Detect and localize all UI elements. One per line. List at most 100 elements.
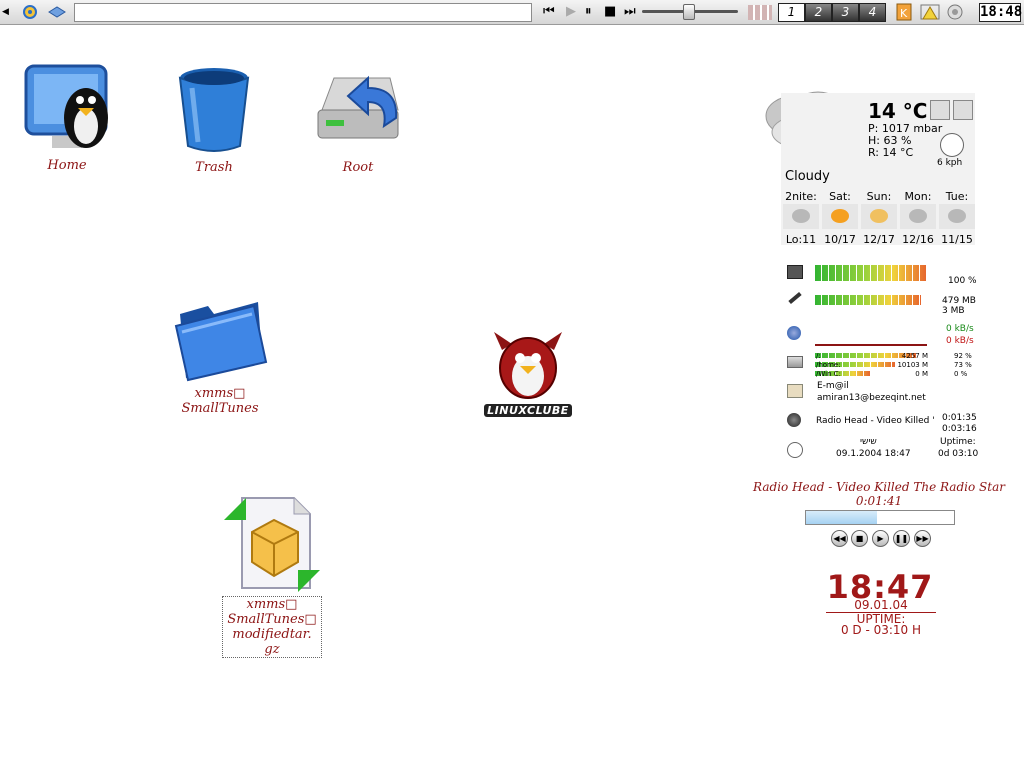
- sun-icon: [822, 204, 858, 229]
- logo-text: LINUXCLUBE: [484, 404, 572, 417]
- home-icon: [24, 64, 108, 148]
- desktop-icon-smalltunes-archive[interactable]: xmms□ SmallTunes□ modifiedtar. gz: [222, 494, 322, 658]
- net-in: 0 kB/s: [946, 324, 974, 334]
- klipper-icon[interactable]: K: [895, 3, 913, 21]
- show-desktop-icon[interactable]: [46, 3, 68, 21]
- forecast-temp: Lo:11: [785, 233, 817, 246]
- cloud-icon: [939, 204, 975, 229]
- disk-size: 4257 M: [901, 352, 928, 360]
- desktop-icon-label: Home: [47, 158, 87, 173]
- weather-condition: Cloudy: [785, 169, 830, 184]
- system-tray-warning-icon[interactable]: [920, 3, 940, 21]
- speaker-icon[interactable]: [944, 3, 966, 21]
- play-icon[interactable]: ▶: [566, 5, 576, 19]
- desktop-4-button[interactable]: 4: [859, 3, 886, 22]
- cpu-bar: [815, 265, 927, 281]
- previous-track-icon[interactable]: ⏮: [543, 5, 555, 19]
- mail-label: E-m@il: [817, 381, 849, 391]
- network-globe-icon: [787, 326, 801, 340]
- forecast-temp: 10/17: [824, 233, 856, 246]
- song-total: 0:03:16: [942, 424, 977, 434]
- stop-icon[interactable]: ■: [604, 5, 616, 19]
- desktop-icon-root[interactable]: Root: [312, 70, 404, 175]
- forecast-temp: 12/16: [902, 233, 934, 246]
- disk-label: /Win C:: [816, 370, 841, 378]
- weather-widget: 14 °C P: 1017 mbar H: 63 % R: 14 °C 6 kp…: [781, 93, 975, 246]
- xmms-progress-fill: [806, 511, 878, 524]
- desktop-icon-label: Root: [342, 160, 374, 175]
- uptime-label: Uptime:: [940, 437, 976, 447]
- weather-wind: 6 kph: [937, 158, 963, 168]
- wind-compass-icon: [940, 133, 964, 157]
- folder-icon: [174, 302, 268, 382]
- mail-icon: [787, 384, 803, 398]
- devil-tux-icon: [494, 332, 562, 399]
- desktop-2-button[interactable]: 2: [805, 3, 832, 22]
- cpu-icon: [787, 265, 803, 279]
- weather-temp: 14 °C: [868, 99, 928, 123]
- desktop-icon-home[interactable]: Home: [20, 62, 114, 173]
- top-panel: ◀ ⏮ ▶ ⏸ ■ ⏭ K 18:48 1234: [0, 0, 1024, 25]
- disk-size: 10103 M: [897, 361, 928, 369]
- memory-icon: [788, 291, 802, 305]
- xmms-pause-icon[interactable]: ❚❚: [893, 530, 910, 547]
- forecast-day: Tue:: [945, 190, 969, 203]
- music-icon: [787, 413, 801, 427]
- swap-used: 3 MB: [942, 306, 965, 316]
- date-header: שישי: [860, 437, 877, 447]
- desktop-icon-label: xmms□ SmallTunes□ modifiedtar. gz: [222, 596, 322, 658]
- disk-percent: 73 %: [954, 361, 972, 369]
- next-track-icon[interactable]: ⏭: [624, 5, 636, 19]
- xmms-stop-icon[interactable]: ■: [851, 530, 868, 547]
- weather-realfeel: R: 14 °C: [868, 146, 914, 159]
- desktop-3-button[interactable]: 3: [832, 3, 859, 22]
- mail-address[interactable]: amiran13@bezeqint.net: [817, 393, 926, 403]
- pause-icon[interactable]: ⏸: [585, 5, 592, 19]
- xmms-progress-bar[interactable]: [805, 510, 955, 525]
- xmms-rewind-icon[interactable]: ◀◀: [831, 530, 848, 547]
- weather-settings-icon[interactable]: [930, 100, 950, 120]
- big-clock-uptime: 0 D - 03:10 H: [840, 623, 922, 637]
- net-out: 0 kB/s: [946, 336, 974, 346]
- desktop-1-button[interactable]: 1: [778, 3, 805, 22]
- volume-slider-handle[interactable]: [683, 4, 696, 20]
- load-meter: [748, 5, 772, 20]
- forecast-day: Mon:: [904, 190, 932, 203]
- forecast-day: 2nite:: [785, 190, 817, 203]
- xmms-song-title: Radio Head - Video Killed The Radio Star: [753, 480, 1005, 494]
- big-clock-date: 09.01.04: [826, 598, 936, 613]
- forecast-temp: 11/15: [941, 233, 973, 246]
- partly-sunny-icon: [861, 204, 897, 229]
- rain-cloud-icon: [783, 204, 819, 229]
- desktop-icon-smalltunes-folder[interactable]: xmms□ SmallTunes: [170, 290, 270, 416]
- linuxclube-logo: LINUXCLUBE: [484, 330, 572, 417]
- disk-icon: [787, 356, 803, 368]
- desktop-icon-trash[interactable]: Trash: [170, 64, 258, 175]
- taskbar[interactable]: [74, 3, 532, 22]
- memory-used: 479 MB: [942, 296, 976, 306]
- desktop-icon-label: Trash: [195, 160, 233, 175]
- disk-size: 0 M: [915, 370, 928, 378]
- trash-icon: [178, 68, 250, 152]
- xmms-forward-icon[interactable]: ▶▶: [914, 530, 931, 547]
- clock-icon: [787, 442, 803, 458]
- panel-clock[interactable]: 18:48: [979, 3, 1022, 22]
- disk-label: /home:: [816, 361, 841, 369]
- now-playing-song: Radio Head - Video Killed ': [816, 416, 935, 426]
- weather-refresh-icon[interactable]: [953, 100, 973, 120]
- xmms-play-icon[interactable]: ▶: [872, 530, 889, 547]
- song-elapsed: 0:01:35: [942, 413, 977, 423]
- forecast-day: Sat:: [829, 190, 851, 203]
- archive-icon: [224, 497, 320, 592]
- kmenu-icon[interactable]: [18, 3, 40, 21]
- xmms-song-time: 0:01:41: [855, 494, 903, 508]
- desktop-icon-label: xmms□ SmallTunes: [181, 386, 259, 416]
- uptime-value: 0d 03:10: [938, 449, 979, 459]
- disk-label: /:: [816, 352, 821, 360]
- panel-scroll-left-icon[interactable]: ◀: [2, 3, 12, 21]
- storm-cloud-icon: [900, 204, 936, 229]
- cpu-value: 100 %: [948, 276, 977, 286]
- net-graph-line: [815, 344, 927, 346]
- date-time: 09.1.2004 18:47: [836, 449, 911, 459]
- memory-bar: [815, 295, 922, 305]
